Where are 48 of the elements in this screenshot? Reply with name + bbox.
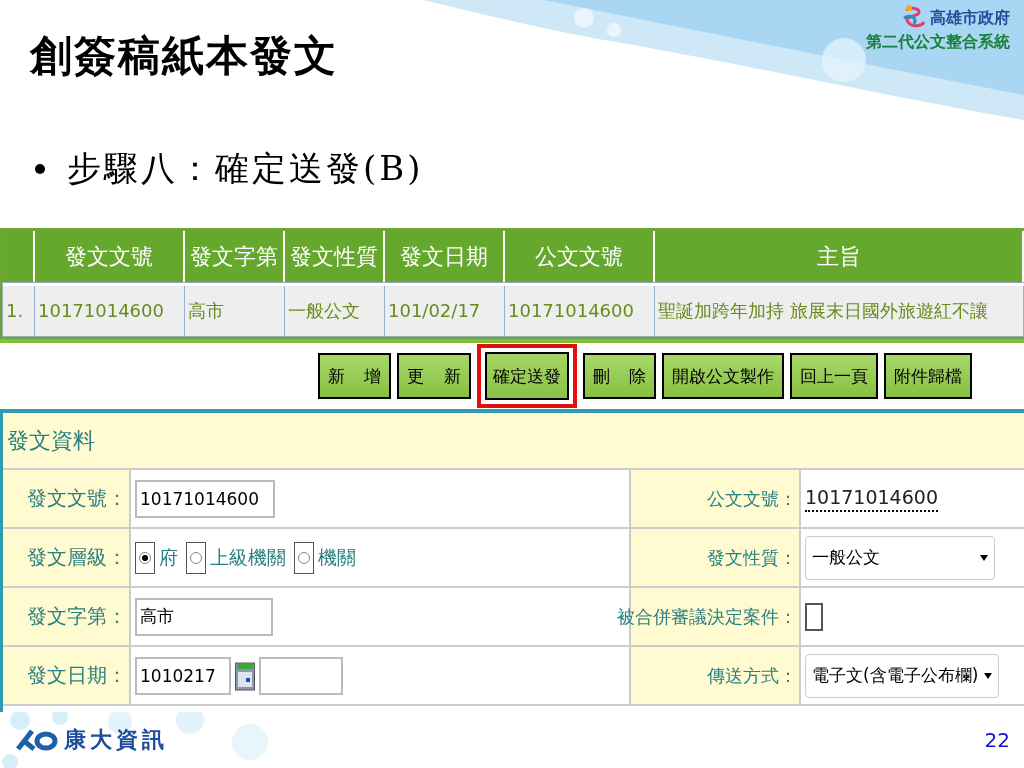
calendar-icon[interactable] [235, 660, 255, 691]
radio-button[interactable] [294, 541, 314, 574]
field-label: 發文字第： [27, 603, 127, 630]
table-cell: 101/02/17 [385, 286, 505, 336]
field-label: 傳送方式： [707, 663, 797, 688]
field-label: 發文性質： [707, 545, 797, 570]
page-number: 22 [984, 728, 1010, 752]
checkbox[interactable] [805, 602, 823, 631]
table-cell: 一般公文 [285, 286, 385, 336]
action-button[interactable]: 附件歸檔 [884, 353, 973, 399]
field-label: 發文日期： [27, 662, 127, 689]
table-cell: 10171014600 [35, 286, 185, 336]
action-button[interactable]: 開啟公文製作 [662, 353, 785, 399]
action-button[interactable]: 新 增 [318, 353, 392, 399]
time-field[interactable] [259, 656, 343, 695]
field-label: 發文層級： [27, 544, 127, 571]
input-field[interactable]: 10171014600 [135, 479, 275, 518]
bullet-text: 步驟八：確定送發(B) [67, 147, 424, 190]
action-button[interactable]: 更 新 [397, 353, 471, 399]
logo-name: 高雄市政府 [930, 7, 1010, 29]
field-label: 被合併審議決定案件： [617, 604, 797, 629]
radio-label[interactable]: 機關 [318, 544, 356, 571]
dropdown-arrow-icon [984, 672, 993, 679]
slide-title: 創簽稿紙本發文 [30, 30, 338, 82]
table-cell: 聖誕加跨年加持 旅展末日國外旅遊紅不讓 [655, 286, 1024, 336]
date-field[interactable]: 1010217 [135, 656, 231, 695]
field-label: 公文文號： [707, 486, 797, 511]
company-logo-icon [14, 727, 58, 753]
table-cell: 10171014600 [505, 286, 655, 336]
document-number: 10171014600 [805, 485, 938, 512]
table-cell: 高市 [185, 286, 285, 336]
action-button[interactable]: 確定送發 [476, 344, 577, 408]
dropdown[interactable]: 電子文(含電子公布欄) [805, 653, 1000, 698]
bullet-dot-icon [35, 164, 45, 174]
section-title: 發文資料 [3, 413, 1024, 470]
company-name: 康大資訊 [64, 726, 168, 754]
logo-system-name: 第二代公文整合系統 [866, 32, 1010, 53]
row-number: 1. [3, 286, 35, 336]
radio-button[interactable] [186, 541, 206, 574]
dropdown[interactable]: 一般公文 [805, 535, 995, 580]
radio-label[interactable]: 上級機關 [210, 544, 286, 571]
input-field[interactable]: 高市 [135, 597, 273, 636]
radio-button[interactable] [135, 541, 155, 574]
field-label: 發文文號： [27, 485, 127, 512]
radio-label[interactable]: 府 [159, 544, 178, 571]
action-button[interactable]: 回上一頁 [790, 353, 879, 399]
action-button[interactable]: 刪 除 [582, 353, 657, 399]
dropdown-arrow-icon [980, 554, 988, 561]
